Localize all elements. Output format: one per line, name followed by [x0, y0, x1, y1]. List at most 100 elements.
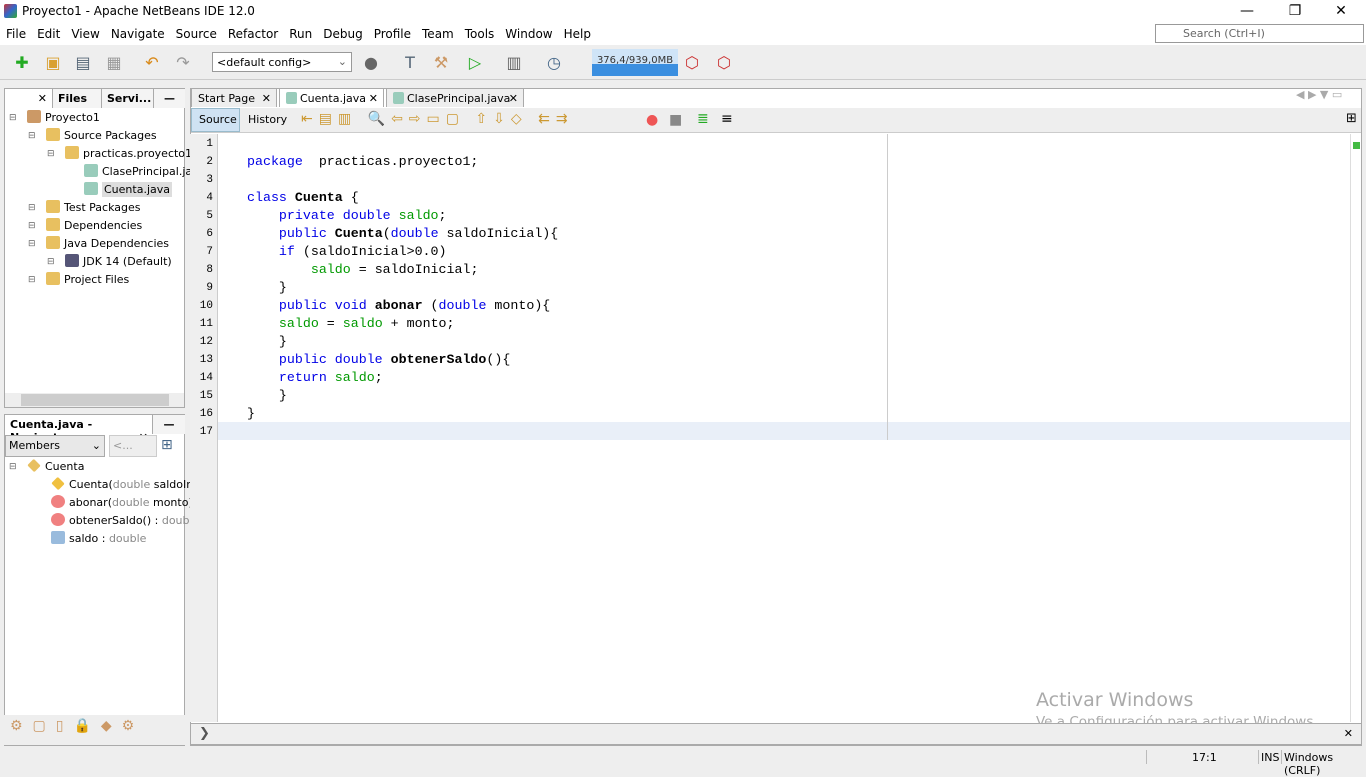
menu-team[interactable]: Team [416, 22, 459, 41]
expand-toggle-icon[interactable]: ⊟ [47, 253, 55, 271]
horizontal-scrollbar[interactable] [5, 393, 184, 407]
clean-build-icon[interactable]: ⚒ [430, 52, 452, 74]
insert-mode: INS [1261, 751, 1280, 764]
navigator-item[interactable]: ⊟ Cuenta [9, 458, 205, 476]
members-select[interactable]: Members ⌄ [5, 435, 105, 457]
build-hammer-icon[interactable]: T [399, 52, 421, 74]
redo-icon[interactable]: ↷ [172, 52, 194, 74]
tree-item[interactable]: ⊟ Project Files [9, 271, 205, 289]
record-macro-icon[interactable]: ● [646, 112, 658, 128]
tree-item[interactable]: ⊟ Test Packages [9, 199, 205, 217]
code-line: package practicas.proyecto1; [247, 153, 478, 171]
tab-files[interactable]: Files [53, 89, 102, 108]
line-number: 12 [199, 336, 213, 348]
editor-tab[interactable]: ClasePrincipal.java ✕ [386, 88, 524, 107]
tree-item[interactable]: ⊟ Proyecto1 [9, 109, 205, 127]
expand-toggle-icon[interactable]: ⊟ [47, 145, 55, 163]
maximize-button[interactable]: ❐ [1272, 0, 1318, 22]
close-tab-icon[interactable]: ✕ [509, 92, 518, 105]
gc-icon[interactable]: ⬡ [681, 52, 703, 74]
run-icon[interactable]: ▷ [464, 52, 486, 74]
close-tab-icon[interactable]: ✕ [369, 92, 378, 105]
tree-item-label: Proyecto1 [45, 111, 100, 124]
minimize-panel-button[interactable]: — [153, 415, 185, 434]
tree-item[interactable]: ⊟ JDK 14 (Default) [9, 253, 205, 271]
code-token: + monto; [382, 316, 455, 331]
uncomment-icon[interactable]: ≡ [721, 111, 733, 127]
navigator-item[interactable]: obtenerSaldo() : double [9, 512, 205, 530]
projects-tab-close[interactable]: ✕ [5, 89, 53, 108]
expand-toggle-icon[interactable]: ⊟ [9, 109, 17, 127]
menu-source[interactable]: Source [170, 22, 222, 41]
menu-window[interactable]: Window [499, 22, 557, 41]
code-token: obtenerSaldo [390, 352, 487, 367]
menu-file[interactable]: File [0, 22, 31, 41]
expand-output-icon[interactable]: ❯ [199, 726, 210, 741]
code-editor[interactable]: package practicas.proyecto1; class Cuenta… [218, 134, 1350, 722]
close-output-icon[interactable]: ✕ [1344, 727, 1353, 740]
navigator-item[interactable]: saldo : double [9, 530, 205, 548]
tree-item[interactable]: ⊟ Dependencies [9, 217, 205, 235]
menu-view[interactable]: View [65, 22, 104, 41]
member-type: double [108, 532, 147, 545]
save-all-icon[interactable]: ▦ [103, 52, 125, 74]
filter-select[interactable]: <... [109, 435, 157, 457]
expand-toggle-icon[interactable]: ⊟ [28, 199, 36, 217]
navigator-item[interactable]: abonar(double monto) [9, 494, 205, 512]
editor-tab[interactable]: Cuenta.java ✕ [279, 88, 384, 107]
menu-tools[interactable]: Tools [459, 22, 500, 41]
stop-macro-icon[interactable]: ■ [669, 112, 682, 128]
expand-toggle-icon[interactable]: ⊟ [28, 217, 36, 235]
source-tab[interactable]: Source [191, 108, 240, 132]
tab-label: Start Page [198, 92, 255, 105]
undo-icon[interactable]: ↶ [141, 52, 163, 74]
navigator-tab[interactable]: Cuenta.java - Navigat...✕ [5, 415, 153, 444]
navigator-item[interactable]: Cuenta(double saldoInici [9, 476, 205, 494]
profile-icon[interactable]: ◷ [543, 52, 565, 74]
globe-icon[interactable]: ● [360, 52, 382, 74]
expand-toggle-icon[interactable]: ⊟ [28, 127, 36, 145]
java-file-icon [84, 164, 98, 177]
close-tab-icon[interactable]: ✕ [262, 92, 271, 105]
minimize-button[interactable]: — [1224, 0, 1270, 22]
code-token: Cuenta [294, 190, 343, 205]
open-project-icon[interactable]: ▤ [72, 52, 94, 74]
java-file-icon [84, 182, 98, 195]
menu-refactor[interactable]: Refactor [222, 22, 283, 41]
comment-icon[interactable]: ≣ [697, 111, 709, 127]
navigator-filter-toolbar[interactable]: ⚙▢▯🔒◆⚙ [4, 715, 185, 745]
menu-debug[interactable]: Debug [317, 22, 367, 41]
config-select[interactable]: <default config> ⌄ [212, 52, 352, 72]
tree-item[interactable]: ClasePrincipal.java [9, 163, 205, 181]
editor-tab[interactable]: Start Page ✕ [191, 88, 277, 107]
close-button[interactable]: ✕ [1318, 0, 1364, 22]
tab-services[interactable]: Servi... [102, 89, 154, 108]
error-stripe[interactable] [1350, 134, 1361, 722]
history-tab[interactable]: History [243, 108, 292, 132]
tree-item[interactable]: ⊟ Source Packages [9, 127, 205, 145]
minimize-panel-button[interactable]: — [154, 89, 185, 108]
menu-edit[interactable]: Edit [31, 22, 65, 41]
scroll-tabs-icon[interactable]: ◀ ▶ ▼ ▭ [1296, 88, 1342, 101]
tree-item[interactable]: ⊟ practicas.proyecto1 [9, 145, 205, 163]
editor-action-icons[interactable]: ⇤▤▥ 🔍⇦⇨▭▢ ⇧⇩◇ ⇇⇉ [301, 111, 574, 127]
memory-indicator[interactable]: 376,4/939,0MB [592, 49, 678, 76]
tree-item[interactable]: Cuenta.java [9, 181, 205, 199]
search-input[interactable]: Search (Ctrl+I) [1155, 24, 1364, 43]
debug-icon[interactable]: ▥ [503, 52, 525, 74]
layout-icon[interactable]: ⊞ [161, 437, 173, 453]
menu-profile[interactable]: Profile [368, 22, 416, 41]
menu-run[interactable]: Run [283, 22, 317, 41]
profiler-icon[interactable]: ⬡ [713, 52, 735, 74]
tree-item[interactable]: ⊟ Java Dependencies [9, 235, 205, 253]
new-file-icon[interactable]: ✚ [11, 52, 33, 74]
expand-toggle-icon[interactable]: ⊟ [28, 271, 36, 289]
collapse-toggle-icon[interactable]: ⊟ [9, 458, 17, 476]
expand-toggle-icon[interactable]: ⊟ [28, 235, 36, 253]
split-icon[interactable]: ⊞ [1346, 111, 1357, 126]
new-project-icon[interactable]: ▣ [42, 52, 64, 74]
menu-navigate[interactable]: Navigate [105, 22, 170, 41]
menu-help[interactable]: Help [558, 22, 596, 41]
